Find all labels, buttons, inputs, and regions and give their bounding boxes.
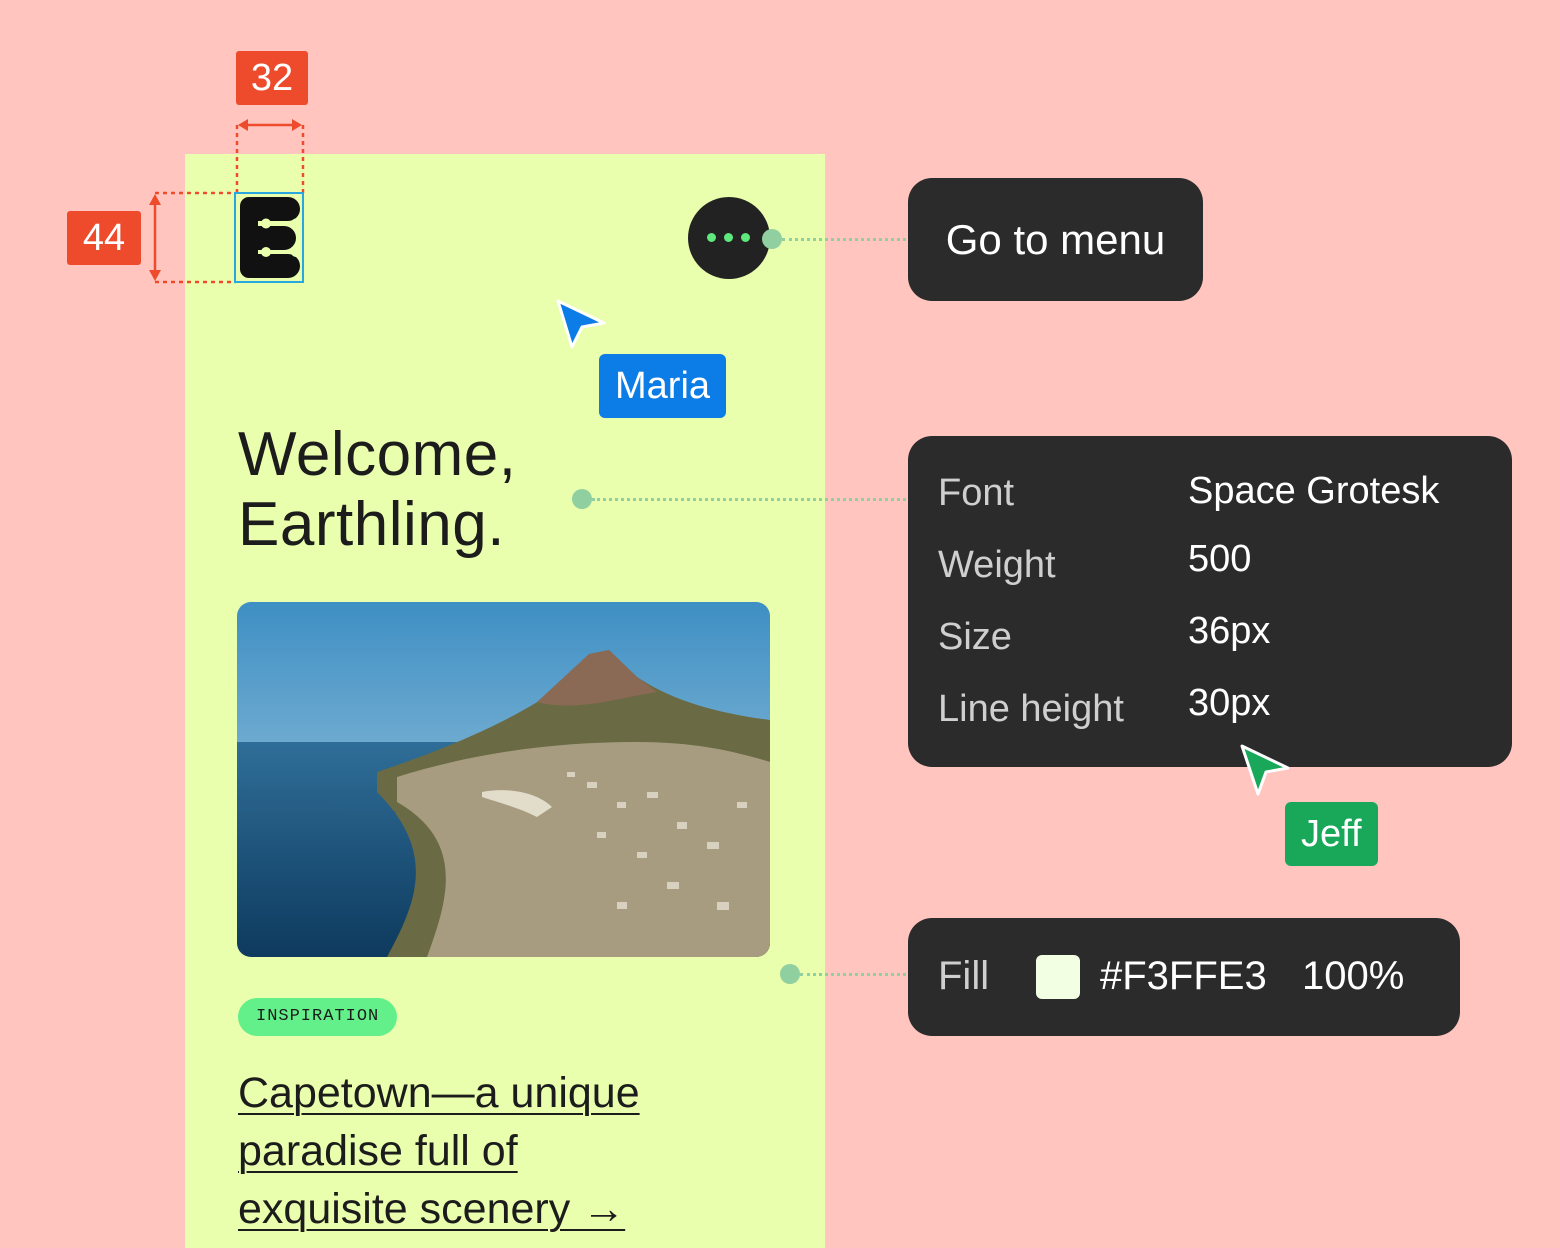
cursor-label-jeff: Jeff bbox=[1285, 802, 1378, 866]
article-link[interactable]: Capetown—a unique paradise full of exqui… bbox=[238, 1064, 758, 1238]
connector-dot bbox=[762, 229, 782, 249]
more-dot bbox=[724, 233, 733, 242]
weight-value: 500 bbox=[1188, 538, 1252, 580]
weight-key: Weight bbox=[938, 544, 1056, 586]
fill-spec-panel: Fill #F3FFE3 100% bbox=[908, 918, 1460, 1036]
jeff-cursor-icon bbox=[1240, 744, 1290, 796]
connector-line bbox=[782, 238, 906, 241]
fill-opacity-value: 100% bbox=[1302, 954, 1405, 998]
fill-label: Fill bbox=[938, 954, 990, 998]
headline-line-1: Welcome, bbox=[238, 420, 517, 489]
height-measure-badge: 44 bbox=[67, 211, 141, 265]
capetown-photo bbox=[237, 602, 770, 957]
fill-hex-value: #F3FFE3 bbox=[1100, 954, 1267, 998]
article-line-1: Capetown—a unique bbox=[238, 1069, 640, 1117]
more-dot bbox=[741, 233, 750, 242]
maria-cursor-icon bbox=[556, 299, 606, 349]
fill-color-swatch bbox=[1036, 955, 1080, 999]
connector-dot bbox=[780, 964, 800, 984]
cursor-label-maria: Maria bbox=[599, 354, 727, 418]
menu-tooltip: Go to menu bbox=[908, 178, 1203, 301]
line-height-key: Line height bbox=[938, 688, 1124, 730]
article-line-3: exquisite scenery → bbox=[238, 1185, 626, 1233]
line-height-value: 30px bbox=[1188, 682, 1271, 724]
welcome-headline: Welcome, Earthling. bbox=[238, 420, 778, 560]
brand-logo-icon bbox=[234, 192, 304, 283]
width-measure-badge: 32 bbox=[236, 51, 308, 105]
size-key: Size bbox=[938, 616, 1012, 658]
size-value: 36px bbox=[1188, 610, 1271, 652]
font-spec-panel: Font Space Grotesk Weight 500 Size 36px … bbox=[908, 436, 1512, 767]
menu-button[interactable] bbox=[688, 197, 770, 279]
article-line-2: paradise full of bbox=[238, 1127, 518, 1175]
connector-dot bbox=[572, 489, 592, 509]
more-dots-icon bbox=[707, 233, 716, 242]
category-tag[interactable]: INSPIRATION bbox=[238, 998, 398, 1036]
connector-line bbox=[592, 498, 906, 501]
connector-line bbox=[800, 973, 906, 976]
font-value: Space Grotesk bbox=[1188, 470, 1440, 512]
font-key: Font bbox=[938, 472, 1015, 514]
